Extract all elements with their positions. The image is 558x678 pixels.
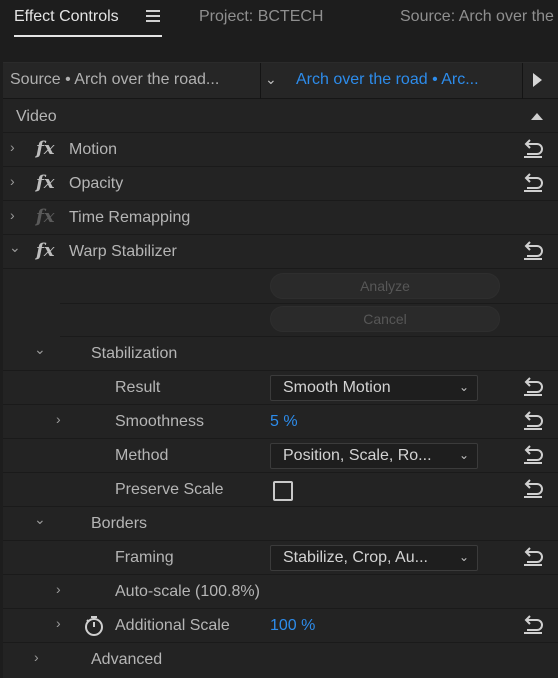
framing-dropdown-value: Stabilize, Crop, Au... (283, 549, 428, 566)
analyze-button[interactable]: Analyze (270, 273, 500, 299)
reset-icon[interactable] (521, 240, 545, 262)
method-dropdown[interactable]: Position, Scale, Ro... ⌄ (270, 443, 478, 469)
effect-row-warp-stabilizer[interactable]: ⌄ fx Warp Stabilizer (3, 235, 558, 269)
fx-icon[interactable]: fx (36, 172, 54, 193)
smoothness-label: Smoothness (115, 413, 204, 430)
effect-label-warp-stabilizer: Warp Stabilizer (69, 243, 177, 260)
video-section-label: Video (16, 108, 57, 125)
effect-label-time-remapping: Time Remapping (69, 209, 191, 226)
chevron-down-icon: ⌄ (458, 380, 469, 394)
chevron-right-icon[interactable]: › (56, 411, 68, 427)
effect-label-opacity: Opacity (69, 175, 124, 192)
chevron-down-icon[interactable]: ⌄ (34, 511, 46, 527)
chevron-right-icon[interactable]: › (34, 649, 46, 665)
video-section-header: Video (3, 101, 558, 133)
method-label: Method (115, 447, 169, 464)
cancel-row: Cancel (3, 303, 558, 337)
stabilization-label: Stabilization (91, 345, 178, 362)
master-clip-label[interactable]: Source • Arch over the road... (10, 71, 219, 89)
result-row: Result Smooth Motion ⌄ (3, 371, 558, 405)
cancel-button[interactable]: Cancel (270, 306, 500, 332)
framing-row: Framing Stabilize, Crop, Au... ⌄ (3, 541, 558, 575)
result-dropdown[interactable]: Smooth Motion ⌄ (270, 375, 478, 401)
autoscale-row[interactable]: › Auto-scale (100.8%) (3, 575, 558, 609)
reset-icon[interactable] (521, 410, 545, 432)
additional-scale-row: › Additional Scale 100 % (3, 609, 558, 643)
effect-controls-panel: Source • Arch over the road... ⌄ Arch ov… (3, 62, 558, 678)
borders-group-row[interactable]: ⌄ Borders (3, 507, 558, 541)
preserve-scale-row: Preserve Scale (3, 473, 558, 507)
smoothness-value[interactable]: 5 % (270, 413, 298, 431)
chevron-down-icon[interactable]: ⌄ (34, 341, 46, 357)
fx-icon: fx (36, 206, 55, 227)
active-tab-indicator (14, 35, 162, 37)
effect-label-motion: Motion (69, 141, 118, 158)
borders-label: Borders (91, 515, 148, 532)
reset-icon[interactable] (521, 172, 545, 194)
method-row: Method Position, Scale, Ro... ⌄ (3, 439, 558, 473)
analyze-row: Analyze (3, 269, 558, 303)
chevron-right-icon[interactable]: › (56, 615, 68, 631)
tab-effect-controls[interactable]: Effect Controls (14, 8, 119, 26)
fx-icon[interactable]: fx (36, 138, 54, 159)
chevron-right-icon[interactable]: › (10, 173, 22, 189)
preserve-scale-label: Preserve Scale (115, 481, 224, 498)
panel-tab-bar: Effect Controls Project: BCTECH Source: … (0, 0, 558, 58)
divider (260, 63, 261, 99)
effect-row-time-remapping[interactable]: › fx Time Remapping (3, 201, 558, 235)
divider (522, 63, 523, 99)
chevron-down-icon: ⌄ (458, 550, 469, 564)
clip-selector-bar: Source • Arch over the road... ⌄ Arch ov… (3, 63, 558, 99)
reset-icon[interactable] (521, 546, 545, 568)
additional-scale-label: Additional Scale (115, 617, 230, 634)
scroll-up-icon[interactable] (531, 113, 543, 120)
chevron-down-icon[interactable]: ⌄ (9, 239, 21, 255)
chevron-right-icon[interactable]: › (10, 207, 22, 223)
framing-dropdown[interactable]: Stabilize, Crop, Au... ⌄ (270, 545, 478, 571)
result-dropdown-value: Smooth Motion (283, 379, 391, 396)
reset-icon[interactable] (521, 614, 545, 636)
menu-icon[interactable] (146, 10, 160, 22)
fx-icon[interactable]: fx (36, 240, 54, 261)
reset-icon[interactable] (521, 444, 545, 466)
method-dropdown-value: Position, Scale, Ro... (283, 447, 432, 464)
result-label: Result (115, 379, 161, 396)
chevron-down-icon: ⌄ (458, 448, 469, 462)
tab-source[interactable]: Source: Arch over the (400, 8, 554, 26)
additional-scale-value[interactable]: 100 % (270, 617, 315, 635)
chevron-right-icon[interactable]: › (56, 581, 68, 597)
reset-icon[interactable] (521, 138, 545, 160)
sequence-clip-label[interactable]: Arch over the road • Arc... (296, 71, 479, 89)
stopwatch-icon[interactable] (83, 615, 105, 637)
stabilization-group-row[interactable]: ⌄ Stabilization (3, 337, 558, 371)
tab-project[interactable]: Project: BCTECH (199, 8, 323, 26)
framing-label: Framing (115, 549, 174, 566)
chevron-down-icon[interactable]: ⌄ (265, 71, 277, 88)
preserve-scale-checkbox[interactable] (273, 481, 293, 501)
autoscale-label: Auto-scale (100.8%) (115, 583, 260, 600)
chevron-right-icon[interactable]: › (10, 139, 22, 155)
reset-icon[interactable] (521, 478, 545, 500)
effect-row-motion[interactable]: › fx Motion (3, 133, 558, 167)
advanced-label: Advanced (91, 651, 163, 668)
reset-icon[interactable] (521, 376, 545, 398)
smoothness-row: › Smoothness 5 % (3, 405, 558, 439)
advanced-group-row[interactable]: › Advanced (3, 643, 558, 677)
effect-row-opacity[interactable]: › fx Opacity (3, 167, 558, 201)
play-icon[interactable] (533, 73, 542, 87)
